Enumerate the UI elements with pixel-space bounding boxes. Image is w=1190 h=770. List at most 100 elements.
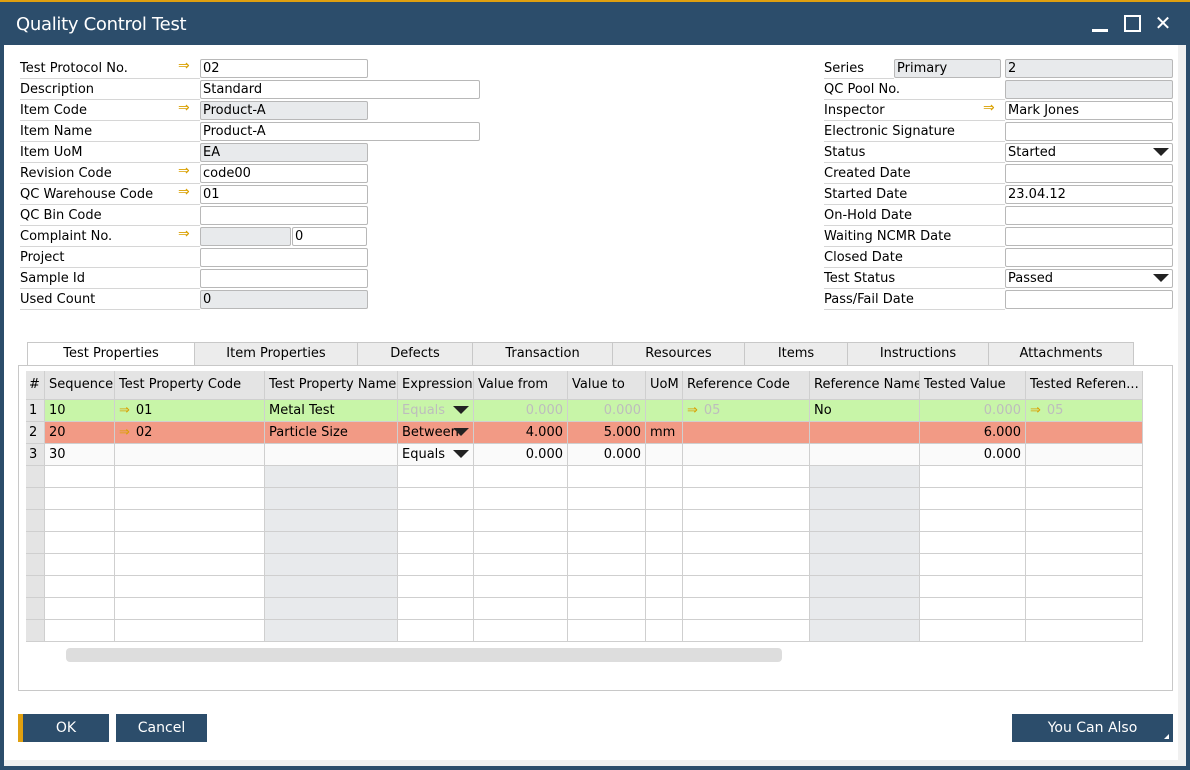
empty-cell[interactable]: [45, 466, 115, 488]
empty-table-row[interactable]: [26, 488, 1143, 510]
empty-cell[interactable]: [45, 620, 115, 642]
empty-cell[interactable]: [810, 466, 920, 488]
field-inspector[interactable]: Mark Jones: [1005, 101, 1173, 120]
column-header-value-from[interactable]: Value from: [474, 371, 568, 400]
empty-cell[interactable]: [920, 598, 1026, 620]
field-waiting-ncmr-date[interactable]: [1005, 227, 1173, 246]
empty-cell[interactable]: [810, 576, 920, 598]
field-sample-id[interactable]: [200, 269, 368, 288]
column-header-test-property-code[interactable]: Test Property Code: [115, 371, 265, 400]
cell-tested-referen[interactable]: [1026, 444, 1143, 466]
empty-cell[interactable]: [45, 510, 115, 532]
empty-cell[interactable]: [568, 576, 646, 598]
empty-table-row[interactable]: [26, 576, 1143, 598]
column-header-tested-value[interactable]: Tested Value: [920, 371, 1026, 400]
empty-cell[interactable]: [683, 620, 810, 642]
you-can-also-button[interactable]: You Can Also: [1012, 714, 1173, 742]
empty-cell[interactable]: [646, 576, 683, 598]
tab-instructions[interactable]: Instructions: [847, 342, 989, 366]
series-select[interactable]: Primary: [894, 59, 1001, 78]
column-header-reference-code[interactable]: Reference Code: [683, 371, 810, 400]
empty-cell[interactable]: [474, 488, 568, 510]
tab-defects[interactable]: Defects: [357, 342, 473, 366]
empty-cell[interactable]: [920, 554, 1026, 576]
empty-cell[interactable]: [265, 598, 398, 620]
empty-cell[interactable]: [115, 576, 265, 598]
empty-cell[interactable]: [474, 598, 568, 620]
cell-value-to[interactable]: 0.000: [568, 444, 646, 466]
tab-items[interactable]: Items: [744, 342, 848, 366]
link-arrow-icon[interactable]: ⇒: [178, 185, 192, 199]
empty-cell[interactable]: [115, 598, 265, 620]
empty-cell[interactable]: [265, 510, 398, 532]
empty-cell[interactable]: [1026, 510, 1143, 532]
empty-cell[interactable]: [474, 510, 568, 532]
dropdown-arrow-icon[interactable]: [453, 450, 469, 458]
empty-cell[interactable]: [474, 532, 568, 554]
empty-cell[interactable]: [810, 598, 920, 620]
empty-cell[interactable]: [398, 598, 474, 620]
empty-cell[interactable]: [568, 620, 646, 642]
empty-cell[interactable]: [568, 488, 646, 510]
field-created-date[interactable]: [1005, 164, 1173, 183]
empty-cell[interactable]: [45, 554, 115, 576]
empty-cell[interactable]: [810, 510, 920, 532]
tab-resources[interactable]: Resources: [612, 342, 745, 366]
empty-cell[interactable]: [810, 488, 920, 510]
empty-cell[interactable]: [398, 532, 474, 554]
column-header-reference-name[interactable]: Reference Name: [810, 371, 920, 400]
cell-test-property-code[interactable]: ⇒ 02: [115, 422, 265, 444]
empty-cell[interactable]: [646, 532, 683, 554]
tab-test-properties[interactable]: Test Properties: [27, 342, 195, 367]
cell-reference-code[interactable]: ⇒ 05: [683, 400, 810, 422]
empty-cell[interactable]: [646, 466, 683, 488]
dropdown-arrow-icon[interactable]: [1153, 274, 1169, 282]
cell-value-from[interactable]: 0.000: [474, 444, 568, 466]
field-project[interactable]: [200, 248, 368, 267]
column-header-row-number[interactable]: #: [26, 371, 45, 400]
empty-cell[interactable]: [474, 620, 568, 642]
cell-value-from[interactable]: 4.000: [474, 422, 568, 444]
empty-cell[interactable]: [683, 598, 810, 620]
empty-cell[interactable]: [45, 598, 115, 620]
empty-cell[interactable]: [115, 488, 265, 510]
close-button[interactable]: ✕: [1152, 12, 1174, 34]
cell-tested-value[interactable]: 0.000: [920, 400, 1026, 422]
empty-cell[interactable]: [1026, 598, 1143, 620]
link-arrow-icon[interactable]: ⇒: [687, 403, 698, 418]
tab-attachments[interactable]: Attachments: [988, 342, 1134, 366]
field-revision-code[interactable]: code00: [200, 164, 368, 183]
empty-cell[interactable]: [45, 532, 115, 554]
field-electronic-signature[interactable]: [1005, 122, 1173, 141]
cell-tested-value[interactable]: 0.000: [920, 444, 1026, 466]
link-arrow-icon[interactable]: ⇒: [119, 425, 130, 440]
empty-cell[interactable]: [265, 554, 398, 576]
empty-cell[interactable]: [568, 598, 646, 620]
empty-cell[interactable]: [920, 620, 1026, 642]
maximize-button[interactable]: [1122, 12, 1144, 34]
empty-cell[interactable]: [810, 532, 920, 554]
empty-table-row[interactable]: [26, 532, 1143, 554]
empty-cell[interactable]: [646, 488, 683, 510]
link-arrow-icon[interactable]: ⇒: [178, 59, 192, 73]
cell-tested-value[interactable]: 6.000: [920, 422, 1026, 444]
column-header-tested-referen[interactable]: Tested Referen...: [1026, 371, 1143, 400]
cell-reference-code[interactable]: [683, 422, 810, 444]
empty-cell[interactable]: [398, 488, 474, 510]
empty-cell[interactable]: [474, 554, 568, 576]
empty-table-row[interactable]: [26, 620, 1143, 642]
empty-cell[interactable]: [115, 620, 265, 642]
empty-cell[interactable]: [398, 466, 474, 488]
field-pass-fail-date[interactable]: [1005, 290, 1173, 309]
table-row[interactable]: 2 20 ⇒ 02 Particle Size Between 4.000 5.000 mm 6.…: [26, 422, 1143, 444]
empty-cell[interactable]: [810, 554, 920, 576]
field-on-hold-date[interactable]: [1005, 206, 1173, 225]
empty-cell[interactable]: [398, 576, 474, 598]
empty-cell[interactable]: [265, 576, 398, 598]
empty-cell[interactable]: [683, 532, 810, 554]
empty-cell[interactable]: [265, 532, 398, 554]
empty-cell[interactable]: [265, 488, 398, 510]
cell-uom[interactable]: mm: [646, 422, 683, 444]
link-arrow-icon[interactable]: ⇒: [983, 101, 997, 115]
empty-cell[interactable]: [646, 620, 683, 642]
